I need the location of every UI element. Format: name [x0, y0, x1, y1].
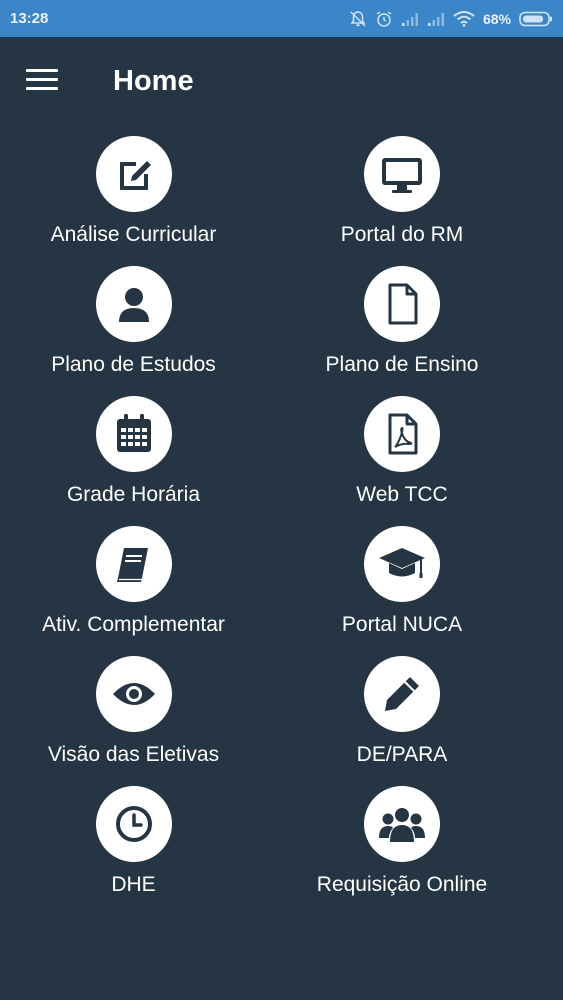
desktop-monitor-icon: [364, 136, 440, 212]
calendar-icon: [95, 396, 172, 472]
page-title: Home: [113, 65, 194, 97]
tile-portal-nuca[interactable]: Portal NUCA: [267, 522, 537, 652]
pencil-icon: [364, 656, 440, 732]
tile-web-tcc[interactable]: Web TCC: [267, 392, 537, 522]
tile-label: Grade Horária: [66, 483, 201, 506]
edit-square-icon: [95, 136, 172, 212]
alarm-icon: [375, 10, 393, 28]
tile-visao-das-eletivas[interactable]: Visão das Eletivas: [0, 652, 267, 782]
tile-label: Portal do RM: [340, 223, 464, 246]
battery-icon: [519, 11, 553, 27]
tile-label: DHE: [111, 873, 156, 896]
tile-grade-horaria[interactable]: Grade Horária: [0, 392, 267, 522]
pdf-file-icon: [364, 396, 440, 472]
status-time: 13:28: [10, 10, 49, 27]
status-icons: 68%: [349, 10, 553, 28]
hamburger-menu-icon[interactable]: [26, 69, 60, 95]
tile-dhe[interactable]: DHE: [0, 782, 267, 912]
app-bar: Home: [0, 37, 563, 127]
signal-icon: [401, 11, 419, 27]
graduation-cap-icon: [364, 526, 440, 602]
document-icon: [364, 266, 440, 342]
tile-label: Plano de Estudos: [51, 353, 216, 376]
tile-analise-curricular[interactable]: Análise Curricular: [0, 132, 267, 262]
book-icon: [95, 526, 172, 602]
status-bar: 13:28 68%: [0, 0, 563, 37]
tile-label: Web TCC: [356, 483, 448, 506]
tile-label: Análise Curricular: [50, 223, 217, 246]
tile-label: Ativ. Complementar: [42, 613, 225, 636]
tile-label: Plano de Ensino: [325, 353, 479, 376]
tile-label: DE/PARA: [356, 743, 448, 766]
tile-requisicao-online[interactable]: Requisição Online: [267, 782, 537, 912]
wifi-icon: [453, 10, 475, 27]
clock-icon: [95, 786, 172, 862]
tile-de-para[interactable]: DE/PARA: [267, 652, 537, 782]
tile-ativ-complementar[interactable]: Ativ. Complementar: [0, 522, 267, 652]
tile-label: Portal NUCA: [341, 613, 463, 636]
tile-label: Visão das Eletivas: [47, 743, 220, 766]
mute-bell-icon: [349, 10, 367, 28]
tile-label: Requisição Online: [316, 873, 488, 896]
tile-plano-de-estudos[interactable]: Plano de Estudos: [0, 262, 267, 392]
battery-percent: 68%: [482, 10, 511, 27]
users-group-icon: [364, 786, 440, 862]
tile-plano-de-ensino[interactable]: Plano de Ensino: [267, 262, 537, 392]
eye-icon: [95, 656, 172, 732]
signal-icon: [427, 11, 445, 27]
user-icon: [95, 266, 172, 342]
menu-grid: Análise Curricular Portal do RM Plano de…: [0, 132, 563, 912]
tile-portal-do-rm[interactable]: Portal do RM: [267, 132, 537, 262]
